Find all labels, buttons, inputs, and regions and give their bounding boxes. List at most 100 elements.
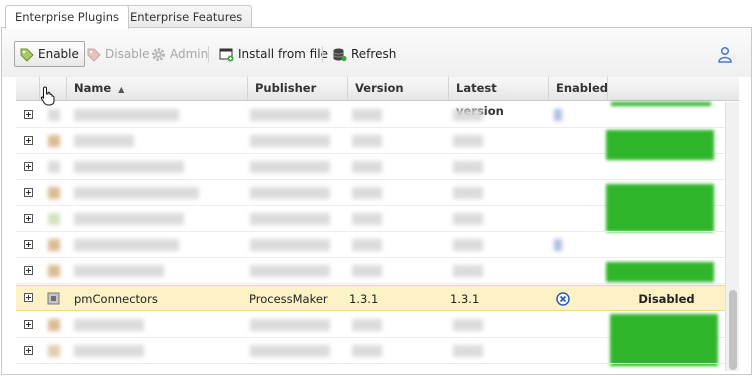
- tab-label: Enterprise Plugins: [15, 10, 120, 24]
- scrollbar-thumb[interactable]: [729, 290, 737, 370]
- plugin-icon: [48, 345, 60, 357]
- table-row[interactable]: [16, 180, 725, 232]
- user-button[interactable]: [717, 46, 733, 66]
- obscured-cell: [250, 187, 330, 199]
- sort-ascending-icon: ▲: [118, 85, 125, 94]
- obscured-cell: [74, 239, 179, 251]
- column-header-version[interactable]: Version: [348, 77, 449, 101]
- obscured-cell: [352, 213, 382, 225]
- column-publisher-label: Publisher: [255, 81, 317, 95]
- table-row-selected[interactable]: pmConnectors ProcessMaker 1.3.1 1.3.1 Di…: [16, 285, 725, 311]
- expand-icon[interactable]: [24, 188, 33, 197]
- obscured-cell: [250, 161, 330, 173]
- table-row[interactable]: [16, 258, 725, 284]
- refresh-label: Refresh: [351, 47, 397, 61]
- obscured-cell: [250, 239, 330, 251]
- table-row[interactable]: [16, 154, 725, 180]
- vertical-scrollbar[interactable]: [725, 102, 739, 371]
- obscured-cell: [453, 265, 483, 277]
- obscured-cell: [74, 187, 199, 199]
- enable-button[interactable]: Enable: [14, 41, 85, 67]
- column-header-publisher[interactable]: Publisher: [248, 77, 348, 101]
- column-enabled-label: Enabled: [556, 81, 609, 95]
- tab-label: Enterprise Features: [130, 10, 243, 24]
- tab-strip: Enterprise Plugins Enterprise Features: [0, 0, 753, 29]
- obscured-cell: [352, 109, 382, 121]
- tag-enable-icon: [19, 47, 34, 62]
- plugin-version: 1.3.1: [349, 292, 379, 306]
- tab-enterprise-features[interactable]: Enterprise Features: [120, 5, 253, 28]
- plugin-icon: [48, 109, 60, 121]
- expand-icon[interactable]: [24, 293, 33, 302]
- table-row[interactable]: [16, 312, 725, 366]
- obscured-cell: [453, 345, 483, 357]
- obscured-cell: [352, 345, 382, 357]
- obscured-cell: [453, 135, 483, 147]
- expand-icon[interactable]: [24, 110, 33, 119]
- disable-button[interactable]: Disable: [81, 41, 156, 67]
- expand-icon[interactable]: [24, 266, 33, 275]
- table-row[interactable]: [16, 338, 725, 364]
- obscured-cell: [554, 109, 562, 121]
- table-row[interactable]: [16, 206, 725, 232]
- tag-disable-icon: [86, 47, 101, 62]
- user-icon: [717, 46, 733, 63]
- expand-icon[interactable]: [24, 320, 33, 329]
- obscured-cell: [250, 319, 330, 331]
- grid-body: pmConnectors ProcessMaker 1.3.1 1.3.1 Di…: [16, 102, 725, 371]
- plugin-icon: [48, 265, 60, 277]
- expand-icon[interactable]: [24, 136, 33, 145]
- obscured-cell: [352, 187, 382, 199]
- table-row[interactable]: [16, 128, 725, 160]
- expander-column-header: [16, 77, 40, 101]
- table-row[interactable]: [16, 102, 725, 128]
- obscured-cell: [74, 109, 179, 121]
- install-label: Install from file: [238, 47, 328, 61]
- obscured-cell: [453, 319, 483, 331]
- install-from-file-button[interactable]: Install from file: [214, 41, 334, 67]
- plugin-publisher: ProcessMaker: [249, 292, 328, 306]
- obscured-cell: [352, 319, 382, 331]
- column-version-label: Version: [355, 81, 404, 95]
- obscured-cell: [74, 265, 164, 277]
- toolbar: Enable Disable Admin Install from file R…: [2, 28, 751, 77]
- plugin-icon: [48, 161, 60, 173]
- obscured-cell: [74, 345, 144, 357]
- column-header-enabled[interactable]: Enabled: [549, 77, 608, 101]
- toolbar-separator: [322, 46, 323, 62]
- plugin-latest-version: 1.3.1: [450, 292, 480, 306]
- column-header-name[interactable]: Name ▲: [67, 77, 248, 101]
- obscured-cell: [250, 109, 330, 121]
- table-row[interactable]: [16, 232, 725, 258]
- obscured-cell: [352, 135, 382, 147]
- obscured-cell: [250, 135, 330, 147]
- expand-icon[interactable]: [24, 240, 33, 249]
- obscured-cell: [453, 213, 483, 225]
- plugin-icon: [48, 187, 60, 199]
- obscured-cell: [453, 109, 483, 121]
- obscured-cell: [554, 239, 562, 251]
- obscured-cell: [74, 135, 134, 147]
- plugin-icon: [48, 135, 60, 147]
- status-cell: [606, 262, 714, 282]
- obscured-cell: [250, 345, 330, 357]
- obscured-cell: [250, 213, 330, 225]
- expand-icon[interactable]: [24, 214, 33, 223]
- obscured-cell: [453, 161, 483, 173]
- column-header-latest-version[interactable]: Latest version: [449, 77, 549, 118]
- column-header-status[interactable]: [608, 77, 739, 101]
- admin-button[interactable]: Admin: [146, 41, 214, 67]
- plugins-panel: Enable Disable Admin Install from file R…: [1, 27, 752, 375]
- plugin-icon: [48, 213, 60, 225]
- refresh-button[interactable]: Refresh: [327, 41, 402, 67]
- database-refresh-icon: [332, 47, 347, 62]
- status-cell: [611, 102, 711, 106]
- plugins-grid: Name ▲ Publisher Version Latest version …: [16, 77, 739, 371]
- expand-icon[interactable]: [24, 346, 33, 355]
- obscured-cell: [352, 265, 382, 277]
- tab-enterprise-plugins[interactable]: Enterprise Plugins: [5, 5, 130, 29]
- toolbar-separator: [208, 46, 209, 62]
- admin-label: Admin: [170, 47, 209, 61]
- expand-icon[interactable]: [24, 162, 33, 171]
- obscured-cell: [453, 239, 483, 251]
